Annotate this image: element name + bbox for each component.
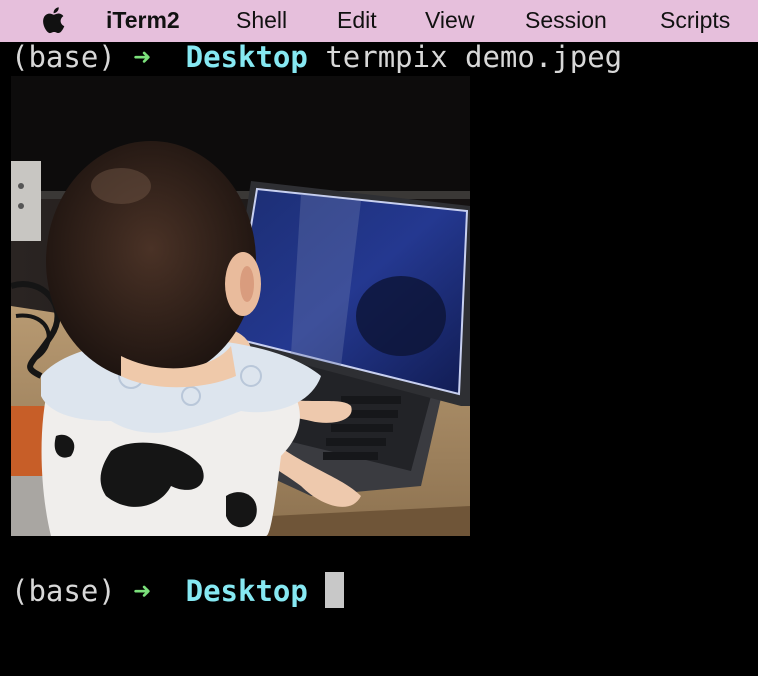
menu-view[interactable]: View [425, 6, 474, 34]
menu-bar: iTerm2 Shell Edit View Session Scripts [0, 0, 758, 42]
conda-env-label: (base) [11, 40, 116, 74]
terminal-window[interactable]: (base) ➜ Desktop termpix demo.jpeg (base… [0, 40, 758, 676]
photo-child-at-laptop [11, 76, 470, 536]
conda-env-label: (base) [11, 574, 116, 608]
current-directory: Desktop [185, 40, 308, 74]
menu-iterm2[interactable]: iTerm2 [106, 6, 180, 34]
command-text: termpix demo.jpeg [325, 40, 623, 74]
current-directory: Desktop [185, 574, 308, 608]
menu-session[interactable]: Session [525, 6, 607, 34]
prompt-arrow-icon: ➜ [133, 40, 151, 74]
menu-shell[interactable]: Shell [236, 6, 287, 34]
apple-logo-icon[interactable] [38, 4, 70, 36]
command-line: (base) ➜ Desktop termpix demo.jpeg [11, 40, 622, 74]
termpix-rendered-image [11, 76, 470, 536]
prompt-arrow-icon: ➜ [133, 574, 151, 608]
prompt-line: (base) ➜ Desktop [11, 572, 345, 608]
text-cursor[interactable] [325, 572, 345, 608]
menu-edit[interactable]: Edit [337, 6, 377, 34]
menu-scripts[interactable]: Scripts [660, 6, 730, 34]
